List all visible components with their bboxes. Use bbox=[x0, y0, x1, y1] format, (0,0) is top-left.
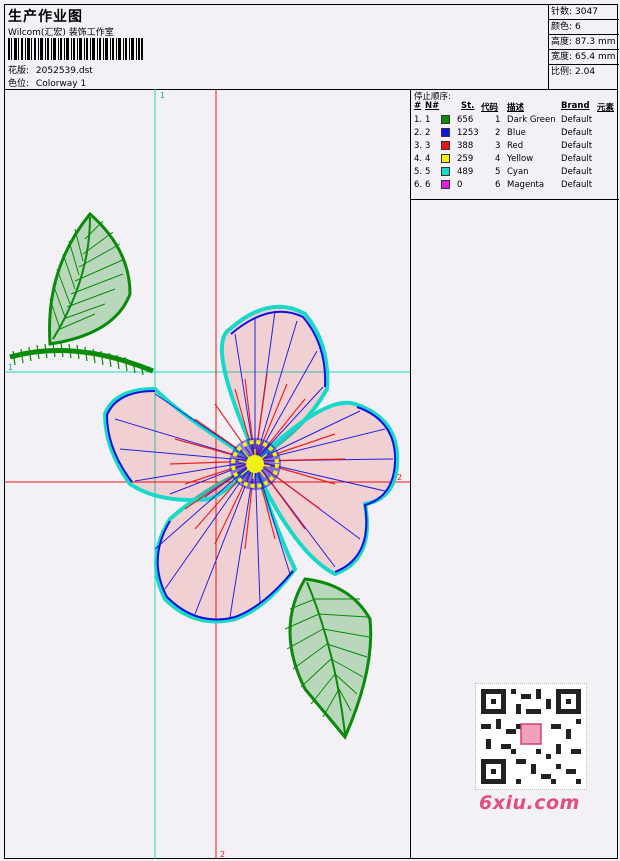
legend-stitches: 1253 bbox=[457, 128, 479, 138]
stat-colors: 颜色: 6 bbox=[549, 20, 619, 35]
legend-header-code: 代码 bbox=[481, 103, 499, 113]
legend-header-elem: 元素 bbox=[597, 103, 615, 113]
legend-index: 2. bbox=[414, 128, 423, 138]
legend-description: Cyan bbox=[507, 167, 529, 177]
legend-needle: 1 bbox=[425, 115, 431, 125]
legend-needle: 4 bbox=[425, 154, 431, 164]
color-swatch bbox=[441, 180, 450, 189]
stop-sequence-panel: 停止顺序: # N# St. 代码 描述 Brand 元素 1. 1 656 1 Dar… bbox=[410, 89, 619, 200]
stat-height: 高度: 87.3 mm bbox=[549, 35, 619, 50]
legend-brand: Default bbox=[561, 154, 593, 164]
legend-code: 4 bbox=[495, 154, 501, 164]
legend-description: Yellow bbox=[507, 154, 534, 164]
legend-code: 1 bbox=[495, 115, 501, 125]
stem bbox=[9, 342, 154, 376]
legend-row: 6. 6 0 6 Magenta Default bbox=[411, 179, 619, 192]
production-sheet: 生产作业图 Wilcom(汇宏) 装饰工作室 花版: 2 052539.dst 色… bbox=[4, 4, 619, 859]
stats-panel: 针数: 3047 颜色: 6 高度: 87.3 mm 宽度: 65.4 mm 比例: 2.… bbox=[548, 5, 619, 89]
legend-stitches: 0 bbox=[457, 180, 463, 190]
embroidery-design: 1 1 2 2 bbox=[5, 89, 410, 859]
legend-row: 5. 5 489 5 Cyan Default bbox=[411, 166, 619, 179]
header-panel: 生产作业图 Wilcom(汇宏) 装饰工作室 花版: 2052539.dst 色… bbox=[5, 5, 619, 90]
legend-needle: 3 bbox=[425, 141, 431, 151]
legend-index: 5. bbox=[414, 167, 423, 177]
legend-row: 1. 1 656 1 Dark Green Default bbox=[411, 114, 619, 127]
colorway-line: 色位: Colorway 1 bbox=[8, 76, 86, 89]
lower-leaf bbox=[284, 577, 373, 740]
qr-code bbox=[475, 683, 587, 790]
colorway-value: Colorway 1 bbox=[35, 79, 87, 89]
legend-description: Magenta bbox=[507, 180, 545, 190]
page-title: 生产作业图 bbox=[8, 9, 83, 25]
color-swatch bbox=[441, 154, 450, 163]
legend-brand: Default bbox=[561, 128, 593, 138]
legend-header-n: N# bbox=[425, 101, 440, 111]
legend-brand: Default bbox=[561, 180, 593, 190]
guide-label-cyan-h: 1 bbox=[8, 363, 13, 372]
legend-code: 6 bbox=[495, 180, 501, 190]
color-swatch bbox=[441, 167, 450, 176]
legend-code: 2 bbox=[495, 128, 501, 138]
flower bbox=[102, 304, 400, 624]
guide-label-red-h: 2 bbox=[397, 473, 402, 482]
qr-logo bbox=[520, 723, 542, 745]
legend-header-desc: 描述 bbox=[507, 103, 525, 113]
design-canvas: 1 1 2 2 bbox=[5, 89, 410, 859]
pattern-value: 2052539.dst bbox=[35, 66, 93, 76]
guide-label-cyan-v: 1 bbox=[160, 91, 165, 100]
colorway-label: 色位: bbox=[8, 79, 30, 89]
legend-code: 3 bbox=[495, 141, 501, 151]
qr-code-image bbox=[481, 689, 581, 784]
legend-description: Red bbox=[507, 141, 524, 151]
watermark: 6xiu.com bbox=[479, 792, 580, 814]
legend-index: 3. bbox=[414, 141, 423, 151]
color-swatch bbox=[441, 115, 450, 124]
legend-needle: 2 bbox=[425, 128, 431, 138]
petal-left bbox=[102, 386, 258, 502]
guide-label-red-v: 2 bbox=[220, 850, 225, 859]
stat-width: 宽度: 65.4 mm bbox=[549, 50, 619, 65]
legend-header-brand: Brand bbox=[561, 101, 590, 111]
barcode bbox=[8, 38, 143, 60]
legend-header-hash: # bbox=[414, 101, 422, 111]
stat-stitches: 针数: 3047 bbox=[549, 5, 619, 20]
legend-stitches: 259 bbox=[457, 154, 474, 164]
upper-leaf bbox=[48, 211, 132, 346]
legend-needle: 5 bbox=[425, 167, 431, 177]
legend-brand: Default bbox=[561, 115, 593, 125]
stat-scale: 比例: 2.04 bbox=[551, 67, 596, 77]
legend-brand: Default bbox=[561, 167, 593, 177]
legend-row: 2. 2 1253 2 Blue Default bbox=[411, 127, 619, 140]
pattern-label: 花版: bbox=[8, 66, 30, 76]
color-swatch bbox=[441, 141, 450, 150]
color-swatch bbox=[441, 128, 450, 137]
legend-stitches: 489 bbox=[457, 167, 474, 177]
legend-row: 4. 4 259 4 Yellow Default bbox=[411, 153, 619, 166]
legend-header-st: St. bbox=[461, 101, 475, 111]
legend-index: 1. bbox=[414, 115, 423, 125]
legend-stitches: 656 bbox=[457, 115, 474, 125]
legend-index: 6. bbox=[414, 180, 423, 190]
legend-description: Dark Green bbox=[507, 115, 556, 125]
legend-row: 3. 3 388 3 Red Default bbox=[411, 140, 619, 153]
legend-description: Blue bbox=[507, 128, 526, 138]
legend-index: 4. bbox=[414, 154, 423, 164]
pattern-line: 花版: 2052539.dst bbox=[8, 63, 93, 76]
legend-needle: 6 bbox=[425, 180, 431, 190]
studio-subtitle: Wilcom(汇宏) 装饰工作室 bbox=[8, 28, 114, 38]
legend-stitches: 388 bbox=[457, 141, 474, 151]
legend-brand: Default bbox=[561, 141, 593, 151]
legend-code: 5 bbox=[495, 167, 501, 177]
